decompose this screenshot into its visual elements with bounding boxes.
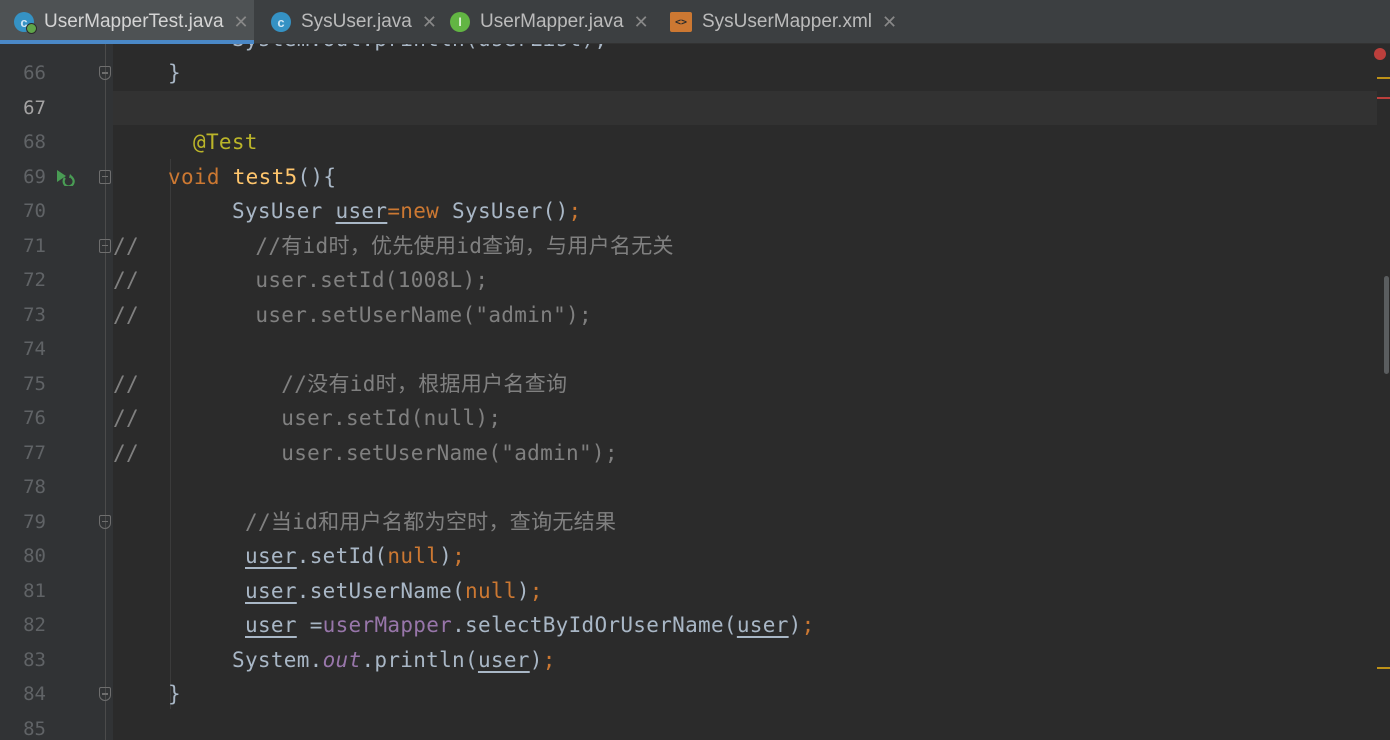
- code-line: user =userMapper.selectByIdOrUserName(us…: [113, 608, 1377, 643]
- code-line: @Test: [113, 125, 1377, 160]
- interface-icon: [450, 12, 470, 32]
- code-content: void test5(){: [168, 164, 337, 189]
- code-content: user =userMapper.selectByIdOrUserName(us…: [245, 613, 815, 637]
- code-content: // //有id时，优先使用id查询，与用户名无关: [113, 233, 674, 258]
- line-number: 68: [23, 131, 46, 153]
- line-number: 79: [23, 510, 46, 533]
- line-number: 77: [23, 441, 46, 464]
- tab-label: UserMapper.java: [480, 11, 624, 32]
- close-icon[interactable]: [422, 12, 437, 33]
- code-content: // user.setId(null);: [113, 406, 502, 430]
- fold-end-icon[interactable]: [99, 687, 111, 701]
- code-editor[interactable]: System.out.println(userList); } @Test vo…: [113, 44, 1377, 740]
- code-content: // //没有id时，根据用户名查询: [113, 371, 568, 396]
- fold-end-icon[interactable]: [99, 514, 111, 529]
- error-indicator-icon[interactable]: [1374, 48, 1386, 60]
- vertical-scrollbar[interactable]: [1377, 44, 1390, 740]
- code-line: }: [113, 56, 1377, 91]
- code-content: System.out.println(userList);: [232, 44, 607, 57]
- close-icon[interactable]: [634, 12, 649, 33]
- code-content: }: [168, 682, 181, 706]
- line-number: 67: [23, 96, 46, 119]
- code-line: System.out.println(user);: [113, 643, 1377, 678]
- code-content: }: [168, 61, 181, 85]
- tab-label: UserMapperTest.java: [44, 11, 224, 32]
- tab-label: SysUserMapper.xml: [702, 11, 872, 32]
- fold-end-icon[interactable]: [99, 66, 111, 80]
- code-content: // user.setUserName("admin");: [113, 302, 592, 327]
- error-marker[interactable]: [1377, 97, 1390, 99]
- line-number: 69: [23, 165, 46, 188]
- code-line: // user.setUserName("admin");: [113, 298, 1377, 333]
- tab-usermappertest[interactable]: UserMapperTest.java: [0, 0, 254, 44]
- code-line: SysUser user=new SysUser();: [113, 194, 1377, 229]
- code-line: user.setId(null);: [113, 539, 1377, 574]
- code-line: System.out.println(userList);: [113, 44, 1377, 57]
- scrollbar-thumb[interactable]: [1384, 276, 1389, 374]
- line-number: 83: [23, 648, 46, 671]
- fold-icon[interactable]: [99, 169, 111, 184]
- code-line: // //有id时，优先使用id查询，与用户名无关: [113, 229, 1377, 264]
- fold-icon[interactable]: [99, 238, 111, 253]
- line-number: 73: [23, 303, 46, 326]
- line-number: 70: [23, 200, 46, 222]
- line-number: 81: [23, 579, 46, 602]
- code-line: }: [113, 677, 1377, 712]
- code-line: // user.setUserName("admin");: [113, 436, 1377, 471]
- code-content: // user.setId(1008L);: [113, 268, 489, 292]
- line-number: 71: [23, 234, 46, 257]
- tab-sysuser[interactable]: SysUser.java: [254, 0, 438, 44]
- line-number: 66: [23, 62, 46, 84]
- current-code-line: [113, 90, 1377, 125]
- line-number: 85: [23, 717, 46, 740]
- code-content: System.out.println(user);: [232, 647, 556, 672]
- code-content: // user.setUserName("admin");: [113, 440, 618, 465]
- close-icon[interactable]: [882, 12, 897, 33]
- line-number: 78: [23, 476, 46, 498]
- code-content: user.setId(null);: [245, 544, 466, 568]
- xml-file-icon: [670, 12, 692, 32]
- code-content: @Test: [193, 130, 258, 154]
- warning-marker[interactable]: [1377, 667, 1390, 669]
- code-line: // user.setId(1008L);: [113, 263, 1377, 298]
- line-number: 84: [23, 683, 46, 705]
- line-number-gutter[interactable]: 66 67 68 69 70 71 72 73 74 75 76 77 78 7…: [0, 44, 113, 740]
- code-line: // //没有id时，根据用户名查询: [113, 367, 1377, 402]
- line-number: 74: [23, 338, 46, 360]
- code-line: //当id和用户名都为空时，查询无结果: [113, 505, 1377, 540]
- code-content: user.setUserName(null);: [245, 578, 543, 603]
- code-content: SysUser user=new SysUser();: [232, 199, 582, 223]
- tab-sysusermapper-xml[interactable]: SysUserMapper.xml: [656, 0, 906, 44]
- line-number: 82: [23, 614, 46, 636]
- class-icon: [271, 12, 291, 32]
- tab-label: SysUser.java: [301, 11, 412, 32]
- test-class-icon: [14, 12, 37, 34]
- code-line: // user.setId(null);: [113, 401, 1377, 436]
- line-number: 72: [23, 269, 46, 291]
- warning-marker[interactable]: [1377, 77, 1390, 79]
- code-line: void test5(){: [113, 160, 1377, 195]
- tab-usermapper[interactable]: UserMapper.java: [438, 0, 656, 44]
- code-line: user.setUserName(null);: [113, 574, 1377, 609]
- run-test-icon[interactable]: [55, 168, 75, 186]
- close-icon[interactable]: [234, 12, 249, 33]
- line-number: 76: [23, 407, 46, 429]
- line-number: 75: [23, 372, 46, 395]
- line-number: 80: [23, 545, 46, 567]
- editor-tab-bar: UserMapperTest.java SysUser.java UserMap…: [0, 0, 1390, 44]
- code-content: //当id和用户名都为空时，查询无结果: [245, 509, 617, 534]
